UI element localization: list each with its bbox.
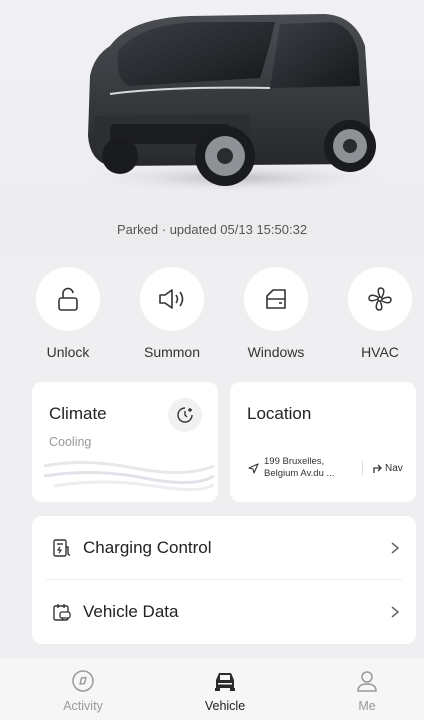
bottom-tab-bar: Activity Vehicle Me bbox=[0, 658, 424, 720]
car-icon bbox=[175, 668, 275, 694]
location-address: 199 Bruxelles, Belgium Av.du ... bbox=[264, 456, 335, 479]
cooling-wave-graphic bbox=[44, 460, 214, 491]
charging-control-row[interactable]: Charging Control bbox=[32, 516, 416, 580]
chevron-right-icon bbox=[391, 606, 400, 618]
tab-me-label: Me bbox=[358, 699, 376, 713]
vehicle-menu-card: Charging Control Vehicle Data bbox=[32, 516, 416, 644]
vehicle-data-icon bbox=[53, 604, 71, 621]
charging-control-label: Charging Control bbox=[83, 538, 212, 557]
quick-actions: Unlock Summon Windows HVAC bbox=[0, 262, 424, 362]
window-icon bbox=[266, 289, 286, 309]
summon-label: Summon bbox=[143, 344, 201, 360]
climate-card[interactable]: Climate Cooling bbox=[32, 382, 218, 502]
windows-button[interactable]: Windows bbox=[231, 262, 321, 360]
location-title: Location bbox=[247, 404, 312, 423]
hvac-button[interactable]: HVAC bbox=[335, 262, 424, 360]
unlock-icon bbox=[58, 287, 78, 311]
climate-title: Climate bbox=[49, 404, 107, 423]
vehicle-image bbox=[75, 14, 390, 194]
hvac-button-circle bbox=[348, 267, 412, 331]
location-divider bbox=[362, 461, 363, 475]
charging-station-icon bbox=[53, 539, 71, 557]
compass-icon bbox=[33, 668, 133, 694]
speaker-icon bbox=[159, 289, 184, 309]
timer-icon bbox=[177, 407, 193, 423]
person-icon bbox=[317, 668, 417, 694]
tab-activity[interactable]: Activity bbox=[33, 668, 133, 713]
tab-vehicle-label: Vehicle bbox=[204, 699, 246, 713]
unlock-label: Unlock bbox=[46, 344, 90, 360]
climate-mode: Cooling bbox=[49, 435, 92, 449]
summon-button[interactable]: Summon bbox=[127, 262, 217, 360]
unlock-button[interactable]: Unlock bbox=[23, 262, 113, 360]
location-row: 199 Bruxelles, Belgium Av.du ... Nav bbox=[248, 456, 403, 480]
hvac-label: HVAC bbox=[361, 344, 399, 360]
location-arrow-icon bbox=[248, 462, 259, 474]
turn-right-icon bbox=[373, 464, 382, 473]
chevron-right-icon bbox=[391, 542, 400, 554]
tab-activity-label: Activity bbox=[63, 699, 103, 713]
tab-me[interactable]: Me bbox=[317, 668, 417, 713]
vehicle-data-label: Vehicle Data bbox=[83, 602, 179, 621]
tab-vehicle[interactable]: Vehicle bbox=[175, 668, 275, 713]
nav-button[interactable]: Nav bbox=[371, 462, 403, 474]
nav-label: Nav bbox=[385, 462, 403, 474]
location-card[interactable]: Location 199 Bruxelles, Belgium Av.du ..… bbox=[230, 382, 416, 502]
climate-timer-button[interactable] bbox=[168, 398, 202, 432]
vehicle-hero: Parked · updated 05/13 15:50:32 bbox=[0, 0, 424, 255]
windows-button-circle bbox=[244, 267, 308, 331]
summon-button-circle bbox=[140, 267, 204, 331]
vehicle-status-text: Parked · updated 05/13 15:50:32 bbox=[116, 222, 308, 237]
fan-icon bbox=[368, 287, 392, 311]
unlock-button-circle bbox=[36, 267, 100, 331]
windows-label: Windows bbox=[247, 344, 305, 360]
vehicle-data-row[interactable]: Vehicle Data bbox=[32, 580, 416, 644]
